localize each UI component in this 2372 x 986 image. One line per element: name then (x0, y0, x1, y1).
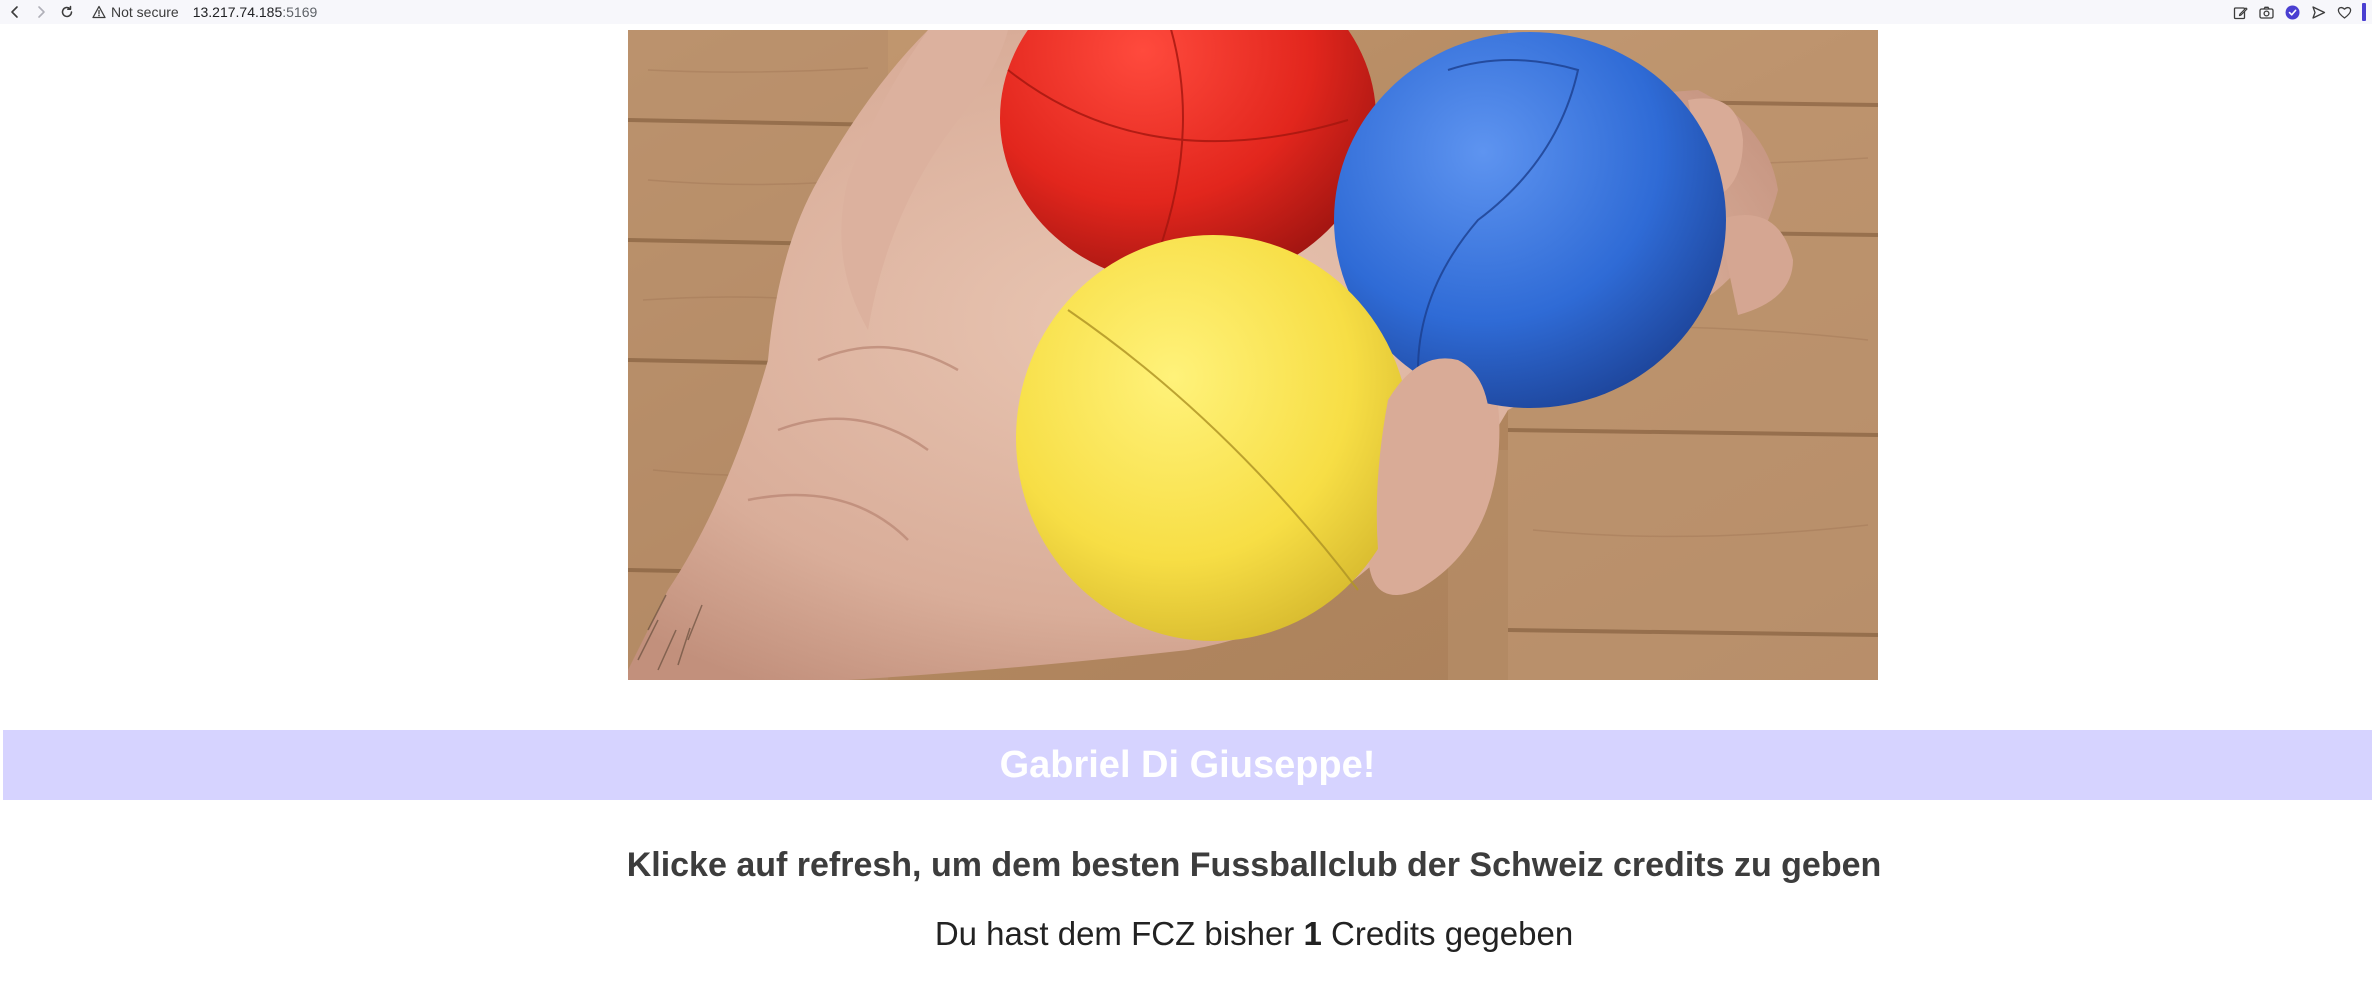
sidebar-accent (2362, 3, 2366, 21)
hero-image (628, 30, 1878, 680)
heart-icon[interactable] (2336, 4, 2353, 21)
send-icon[interactable] (2310, 4, 2327, 21)
security-label[interactable]: Not secure (111, 4, 179, 20)
page-title: Gabriel Di Giuseppe! (999, 743, 1376, 786)
credits-count: 1 (1303, 915, 1322, 952)
warning-icon[interactable] (92, 5, 106, 19)
url-host[interactable]: 13.217.74.185 (193, 4, 283, 20)
instruction-heading: Klicke auf refresh, um dem besten Fussba… (626, 846, 1882, 884)
browser-toolbar: Not secure 13.217.74.185:5169 (0, 0, 2372, 24)
forward-icon[interactable] (30, 1, 52, 23)
page-content: Gabriel Di Giuseppe! Klicke auf refresh,… (0, 24, 2372, 986)
address-bar[interactable]: Not secure 13.217.74.185:5169 (92, 1, 317, 23)
reload-icon[interactable] (56, 1, 78, 23)
camera-icon[interactable] (2258, 4, 2275, 21)
credits-text: Du hast dem FCZ bisher 1 Credits gegeben (0, 915, 2372, 953)
toolbar-actions (2232, 0, 2366, 24)
credits-prefix: Du hast dem FCZ bisher (934, 915, 1295, 952)
credits-suffix: Credits gegeben (1331, 915, 1574, 952)
shield-check-icon[interactable] (2284, 4, 2301, 21)
back-icon[interactable] (4, 1, 26, 23)
name-banner: Gabriel Di Giuseppe! (3, 730, 2372, 800)
edit-icon[interactable] (2232, 4, 2249, 21)
url-port[interactable]: :5169 (282, 4, 317, 20)
